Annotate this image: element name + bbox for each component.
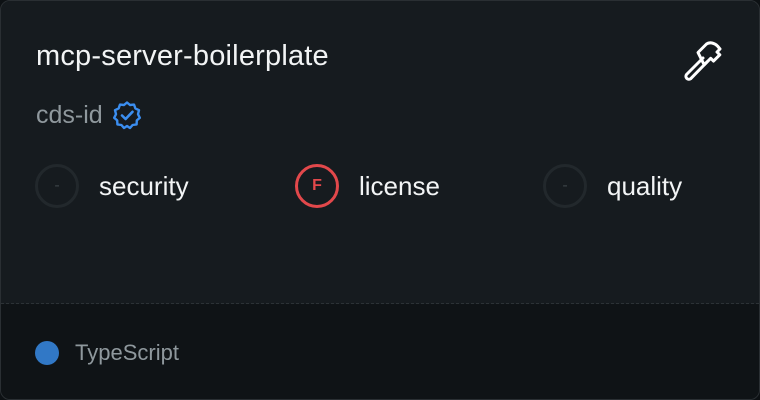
score-quality[interactable]: - quality — [543, 164, 682, 208]
license-label: license — [359, 170, 440, 201]
hammer-icon[interactable] — [681, 39, 725, 83]
server-card[interactable]: mcp-server-boilerplate cds-id - security… — [0, 0, 760, 400]
security-label: security — [99, 170, 189, 201]
language-name: TypeScript — [75, 340, 179, 365]
quality-label: quality — [607, 170, 683, 201]
owner-row: cds-id — [36, 100, 142, 130]
owner-name[interactable]: cds-id — [36, 101, 103, 130]
security-grade-badge: - — [35, 164, 79, 208]
score-security[interactable]: - security — [35, 164, 189, 208]
score-license[interactable]: F license — [295, 164, 440, 208]
language-row: TypeScript — [35, 340, 179, 366]
server-title[interactable]: mcp-server-boilerplate — [36, 40, 329, 73]
verified-badge-icon — [112, 101, 141, 130]
quality-grade-badge: - — [543, 164, 587, 208]
license-grade-badge: F — [295, 164, 339, 208]
language-color-dot — [35, 341, 59, 365]
